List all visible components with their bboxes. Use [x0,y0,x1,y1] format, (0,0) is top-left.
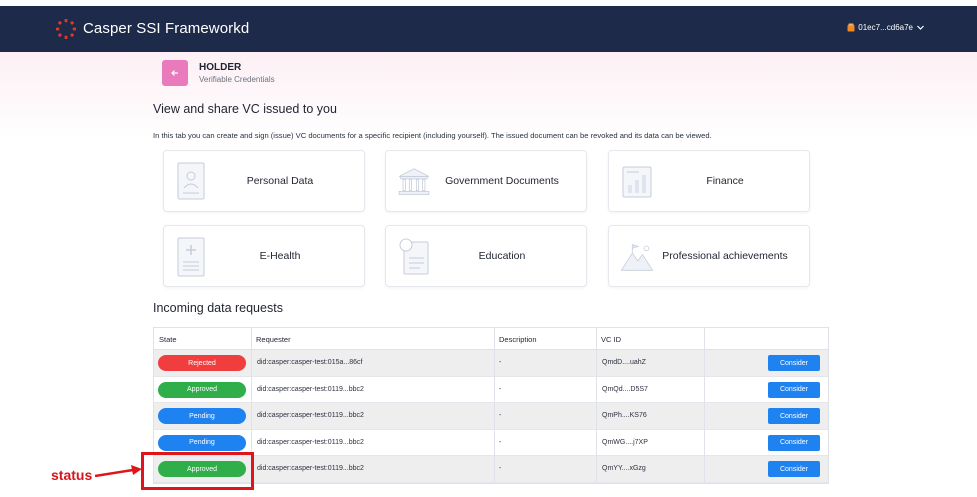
vc-id-cell: QmPh....KS76 [602,412,647,420]
table-row: Pending did:casper:casper-test:0119...bbc… [154,403,828,430]
card-label: Personal Data [246,175,314,187]
vc-section-title: View and share VC issued to you [153,102,337,116]
wallet-icon [847,23,855,32]
card-finance[interactable]: Finance [608,150,810,212]
table-header: State Requester Description VC ID [154,328,828,350]
consider-button[interactable]: Consider [768,461,820,478]
vc-id-cell: QmYY....xGzg [602,465,646,473]
card-label: E-Health [259,250,301,262]
card-personal-data[interactable]: Personal Data [163,150,365,212]
table-row: Pending did:casper:casper-test:0119...bbc… [154,430,828,457]
requester-cell: did:casper:casper-test:0119...bbc2 [257,412,364,420]
vc-section-intro: In this tab you can create and sign (iss… [153,131,712,140]
vc-id-cell: QmQd....D5S7 [602,385,648,393]
table-row: Approved did:casper:casper-test:0119...bb… [154,456,828,483]
vc-id-cell: QmdD....uahZ [602,359,646,366]
status-highlight-box [141,452,254,490]
account-address: 01ec7...cd6a7e [858,23,913,32]
table-row: Approved did:casper:casper-test:0119...bb… [154,377,828,404]
card-label: Education [478,250,526,262]
consider-button[interactable]: Consider [768,355,820,371]
status-badge: Rejected [158,355,246,371]
arrow-left-icon [171,70,178,76]
column-header-requester: Requester [256,335,291,344]
requester-cell: did:casper:casper-test:0119...bbc2 [257,438,364,446]
consider-button[interactable]: Consider [768,408,820,425]
card-professional-achievements[interactable]: Professional achievements [608,225,810,287]
vc-id-cell: QmWG....j7XP [602,438,648,446]
requests-title: Incoming data requests [153,301,283,315]
description-cell: - [499,359,502,366]
app-title: Casper SSI Frameworkd [83,20,250,37]
top-navbar: Casper SSI Frameworkd 01ec7...cd6a7e [0,6,977,52]
card-government-documents[interactable]: Government Documents [385,150,587,212]
description-cell: - [499,385,502,393]
column-divider [596,328,597,483]
account-menu[interactable]: 01ec7...cd6a7e [847,23,925,32]
description-cell: - [499,412,502,420]
status-badge: Approved [158,381,246,398]
card-e-health[interactable]: E-Health [163,225,365,287]
description-cell: - [499,465,502,473]
status-badge: Pending [158,434,246,451]
description-cell: - [499,438,502,446]
card-education[interactable]: Education [385,225,587,287]
card-label: Government Documents [445,175,559,187]
page-title: HOLDER [199,62,242,73]
column-header-state: State [159,335,177,344]
annotation-arrow-icon [95,465,142,478]
column-divider [494,328,495,483]
consider-button[interactable]: Consider [768,434,820,451]
chevron-down-icon [917,25,924,30]
back-button[interactable] [162,60,188,86]
column-header-description: Description [499,335,537,344]
table-row: Rejected did:casper:casper-test:015a...86… [154,350,828,377]
consider-button[interactable]: Consider [768,381,820,398]
requests-table: State Requester Description VC ID Reject… [153,327,829,484]
card-label: Finance [706,175,744,187]
column-divider [704,328,705,483]
casper-logo-icon [56,19,76,39]
status-annotation-label: status [51,467,93,483]
column-header-vc-id: VC ID [601,335,622,344]
requester-cell: did:casper:casper-test:015a...86cf [257,359,363,366]
requester-cell: did:casper:casper-test:0119...bbc2 [257,385,364,393]
page-subtitle: Verifiable Credentials [199,75,275,84]
status-badge: Pending [158,408,246,425]
card-label: Professional achievements [662,250,788,262]
requester-cell: did:casper:casper-test:0119...bbc2 [257,465,364,473]
